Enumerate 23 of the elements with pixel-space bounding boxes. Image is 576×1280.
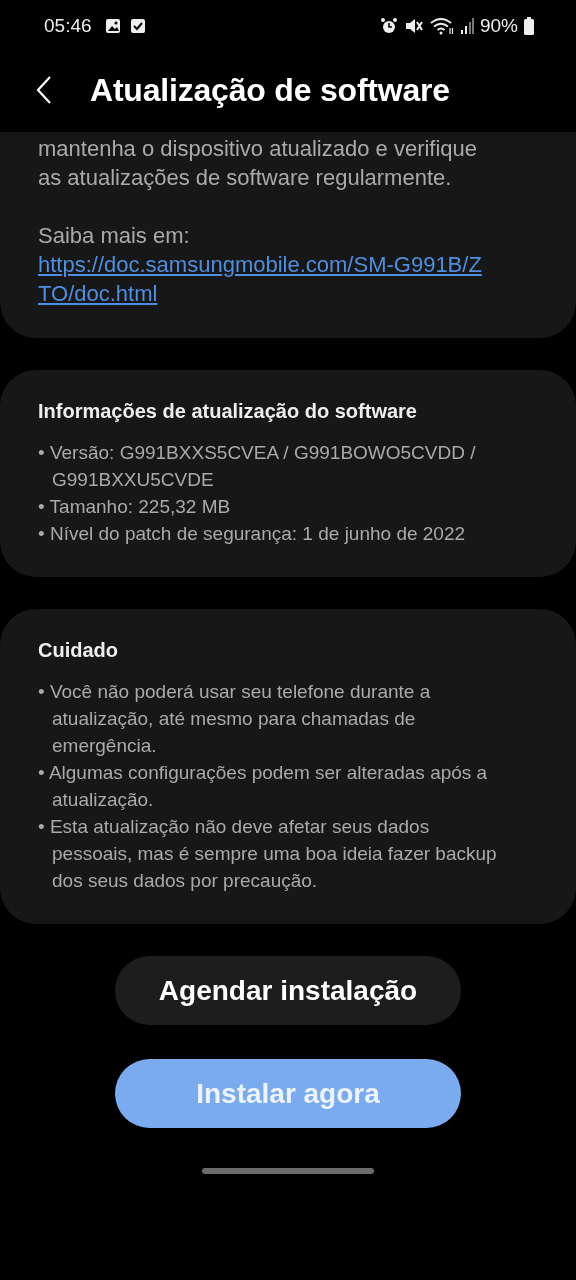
documentation-link[interactable]: https://doc.samsungmobile.com/SM-G991B/ZTO/doc.html <box>38 250 484 308</box>
body-text: mantenha o dispositivo atualizado e verifique as atualizações de software regularmente. <box>38 135 479 192</box>
checkbox-icon <box>129 18 146 34</box>
section-title: Informações de atualização do software <box>38 400 418 423</box>
page-title: Atualização de software <box>90 71 450 109</box>
back-icon <box>35 75 53 105</box>
bullet-item: • Esta atualização não deve afetar seus dados pessoais, mas é sempre uma boa ideia fazer backup dos seus dados por precaução. <box>38 815 498 893</box>
battery-icon <box>524 17 534 35</box>
body-text: Saiba mais em: <box>38 222 191 250</box>
battery-percentage: 90% <box>479 15 518 37</box>
mute-icon <box>403 17 424 35</box>
status-time: 05:46 <box>44 15 92 37</box>
bullet-item: • Algumas configurações podem ser alteradas após a atualização. <box>38 761 489 812</box>
bullet-item: • Nível do patch de segurança: 1 de junho de 2022 <box>38 522 467 546</box>
section-title: Cuidado <box>38 639 119 662</box>
alarm-icon <box>379 17 398 35</box>
bullet-item: • Versão: G991BXXS5CVEA / G991BOWO5CVDD / G991BXXU5CVDE <box>38 441 477 492</box>
signal-icon <box>459 17 474 35</box>
wifi-icon <box>429 17 454 35</box>
image-icon <box>104 18 121 34</box>
schedule-button[interactable]: Agendar instalação <box>115 956 461 1025</box>
bullet-item: • Tamanho: 225,32 MB <box>38 495 232 519</box>
bullet-item: • Você não poderá usar seu telefone durante a atualização, até mesmo para chamadas de emergência. <box>38 680 432 758</box>
